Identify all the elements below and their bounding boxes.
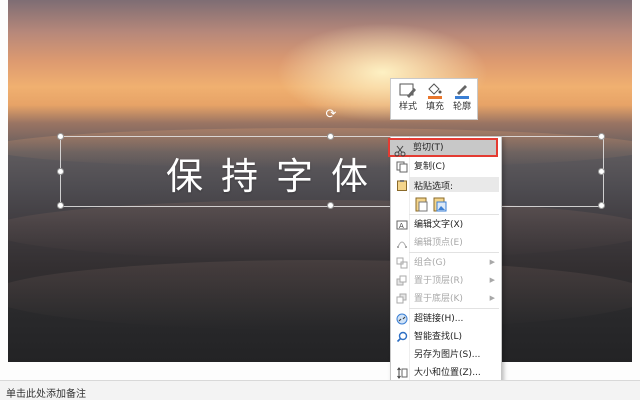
outline-button[interactable]: 轮廓 (449, 81, 475, 117)
resize-handle-ml[interactable] (57, 168, 64, 175)
menu-item-smart-lookup[interactable]: 智能查找(L) (391, 328, 501, 346)
menu-item-bring-to-front[interactable]: 置于顶层(R) ▶ (391, 272, 501, 290)
menu-item-cut-label: 剪切(T) (413, 143, 444, 153)
smart-lookup-icon (396, 331, 408, 343)
submenu-arrow-icon: ▶ (489, 276, 495, 284)
menu-item-copy[interactable]: 复制(C) (391, 158, 501, 176)
resize-handle-tl[interactable] (57, 133, 64, 140)
submenu-arrow-icon: ▶ (489, 258, 495, 266)
submenu-arrow-icon: ▶ (489, 294, 495, 302)
style-button[interactable]: 样式 (395, 81, 421, 117)
notes-placeholder: 单击此处添加备注 (6, 389, 86, 400)
mini-toolbar: 样式 填充 轮廓 (390, 78, 478, 120)
hyperlink-icon (396, 313, 408, 325)
menu-item-group[interactable]: 组合(G) ▶ (391, 254, 501, 272)
menu-separator (409, 214, 499, 215)
outline-pen-icon (449, 81, 475, 101)
wave-mid (8, 200, 632, 260)
menu-separator (409, 308, 499, 309)
slide-title-text[interactable]: 保持字体 (166, 146, 386, 200)
notes-pane[interactable]: 单击此处添加备注 (0, 380, 640, 400)
menu-item-cut-highlight[interactable]: 剪切(T) (388, 138, 498, 157)
paste-options-row (391, 194, 501, 214)
edit-text-icon: A (396, 219, 408, 231)
scissors-icon (394, 142, 406, 161)
resize-handle-bc[interactable] (327, 202, 334, 209)
menu-separator (409, 252, 499, 253)
rotate-handle-icon[interactable]: ⟳ (324, 108, 338, 122)
svg-text:A: A (399, 222, 404, 230)
group-icon (396, 257, 408, 269)
paste-keep-source-icon[interactable] (415, 196, 429, 215)
resize-handle-br[interactable] (598, 202, 605, 209)
bring-to-front-icon (396, 275, 408, 287)
fill-bucket-icon (422, 81, 448, 101)
wave-low (8, 260, 632, 330)
clipboard-icon (396, 179, 408, 191)
menu-item-save-as-picture[interactable]: 另存为图片(S)... (391, 346, 501, 364)
context-menu: 复制(C) 粘贴选项: A 编辑文字(X) 编辑顶点(E) 组合(G) ▶ 置于… (390, 136, 502, 396)
fill-button[interactable]: 填充 (422, 81, 448, 117)
edit-points-icon (396, 237, 408, 249)
size-position-icon (396, 367, 408, 379)
menu-item-hyperlink[interactable]: 超链接(H)... (391, 310, 501, 328)
resize-handle-bl[interactable] (57, 202, 64, 209)
menu-item-send-to-back[interactable]: 置于底层(K) ▶ (391, 290, 501, 308)
paste-picture-icon[interactable] (433, 196, 447, 215)
resize-handle-tc[interactable] (327, 133, 334, 140)
resize-handle-mr[interactable] (598, 168, 605, 175)
style-pen-icon (395, 81, 421, 101)
menu-item-edit-text[interactable]: A 编辑文字(X) (391, 216, 501, 234)
resize-handle-tr[interactable] (598, 133, 605, 140)
copy-icon (396, 161, 408, 173)
send-to-back-icon (396, 293, 408, 305)
paste-header-row (391, 176, 501, 194)
menu-item-edit-points[interactable]: 编辑顶点(E) (391, 234, 501, 252)
